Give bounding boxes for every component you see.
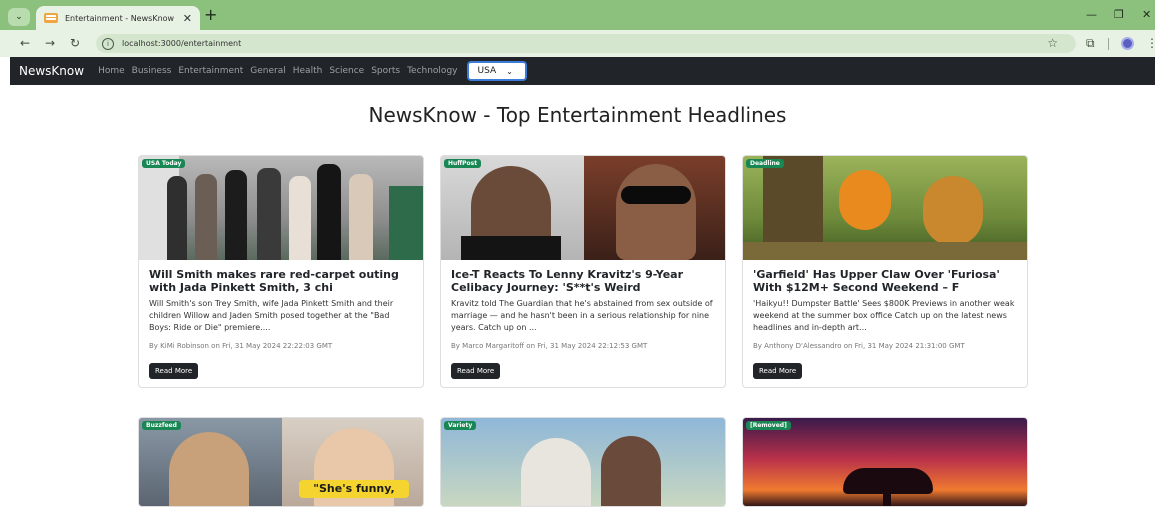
news-card: [Removed] [742, 417, 1028, 507]
news-card-description: Kravitz told The Guardian that he's abst… [451, 299, 713, 332]
kebab-icon[interactable]: ⋮ [1146, 36, 1155, 50]
source-badge: [Removed] [746, 421, 791, 430]
news-card-title: Ice-T Reacts To Lenny Kravitz's 9-Year C… [451, 268, 684, 294]
profile-icon[interactable] [1121, 37, 1134, 50]
image-caption: "She's funny, [299, 480, 409, 498]
nav-link-health[interactable]: Health [293, 66, 323, 76]
source-badge: HuffPost [444, 159, 482, 168]
chevron-down-icon: ⌄ [506, 66, 513, 76]
news-card-image: Variety [441, 418, 725, 506]
news-card: Deadline 'Garfield' Has Upper Claw Over … [742, 155, 1028, 388]
read-more-button[interactable]: Read More [149, 363, 199, 379]
news-card: Variety [440, 417, 726, 507]
browser-tab[interactable]: Entertainment - NewsKnow ✕ [36, 6, 200, 30]
news-card-image: Buzzfeed "She's funny, [139, 418, 423, 506]
close-icon[interactable]: ✕ [183, 12, 192, 25]
forward-icon[interactable]: → [45, 36, 55, 50]
star-icon[interactable]: ☆ [1047, 36, 1058, 50]
news-card: Buzzfeed "She's funny, [138, 417, 424, 507]
browser-tab-bar: ⌄ Entertainment - NewsKnow ✕ + — ❐ ✕ [0, 0, 1155, 30]
news-card-description: 'Haikyu!! Dumpster Battle' Sees $800K Pr… [753, 299, 1015, 332]
news-card-description: Will Smith's son Trey Smith, wife Jada P… [149, 299, 394, 332]
nav-link-technology[interactable]: Technology [407, 66, 457, 76]
nav-link-general[interactable]: General [250, 66, 285, 76]
news-card-body: Will Smith makes rare red-carpet outing … [139, 260, 423, 387]
plus-icon[interactable]: + [204, 7, 217, 23]
source-badge: USA Today [142, 159, 186, 168]
site-info-icon[interactable]: i [102, 37, 114, 50]
reload-icon[interactable]: ↻ [70, 36, 80, 50]
read-more-button[interactable]: Read More [753, 363, 803, 379]
news-card-image: Deadline [743, 156, 1027, 260]
news-card-meta: By Anthony D'Alessandro on Fri, 31 May 2… [753, 342, 965, 350]
favicon-icon [44, 13, 58, 23]
read-more-button[interactable]: Read More [451, 363, 501, 379]
news-card-image: HuffPost [441, 156, 725, 260]
source-badge: Buzzfeed [142, 421, 181, 430]
nav-link-business[interactable]: Business [132, 66, 172, 76]
nav-link-home[interactable]: Home [98, 66, 125, 76]
extensions-icon[interactable]: ⧉ [1086, 36, 1095, 51]
address-bar[interactable]: i localhost:3000/entertainment ☆ [96, 34, 1076, 53]
country-select[interactable]: USA ⌄ [467, 61, 528, 81]
minimize-icon[interactable]: — [1086, 8, 1097, 21]
news-card-meta: By Marco Margaritoff on Fri, 31 May 2024… [451, 342, 648, 350]
window-close-icon[interactable]: ✕ [1142, 8, 1151, 21]
nav-link-science[interactable]: Science [329, 66, 364, 76]
toolbar-divider [1108, 38, 1109, 50]
news-card: USA Today Will Smith makes rare red-carp… [138, 155, 424, 388]
nav-link-sports[interactable]: Sports [371, 66, 400, 76]
news-card-image: [Removed] [743, 418, 1027, 506]
tab-title: Entertainment - NewsKnow [65, 13, 175, 23]
news-card-title: 'Garfield' Has Upper Claw Over 'Furiosa'… [753, 268, 1000, 294]
news-card-image: USA Today [139, 156, 423, 260]
news-card: HuffPost Ice-T Reacts To Lenny Kravitz's… [440, 155, 726, 388]
nav-link-entertainment[interactable]: Entertainment [178, 66, 243, 76]
tab-menu-icon[interactable]: ⌄ [8, 8, 30, 26]
news-card-meta: By KiMi Robinson on Fri, 31 May 2024 22:… [149, 342, 333, 350]
browser-toolbar: ← → ↻ i localhost:3000/entertainment ☆ ⧉… [0, 30, 1155, 57]
news-card-body: 'Garfield' Has Upper Claw Over 'Furiosa'… [743, 260, 1027, 387]
news-card-title: Will Smith makes rare red-carpet outing … [149, 268, 399, 294]
page-title: NewsKnow - Top Entertainment Headlines [368, 103, 787, 127]
country-select-value: USA [477, 66, 497, 76]
brand-logo[interactable]: NewsKnow [19, 64, 84, 78]
back-icon[interactable]: ← [20, 36, 30, 50]
source-badge: Variety [444, 421, 477, 430]
news-card-body: Ice-T Reacts To Lenny Kravitz's 9-Year C… [441, 260, 725, 387]
source-badge: Deadline [746, 159, 784, 168]
restore-icon[interactable]: ❐ [1114, 8, 1124, 21]
url-text: localhost:3000/entertainment [122, 39, 242, 48]
app-navbar: NewsKnow Home Business Entertainment Gen… [10, 57, 1155, 85]
